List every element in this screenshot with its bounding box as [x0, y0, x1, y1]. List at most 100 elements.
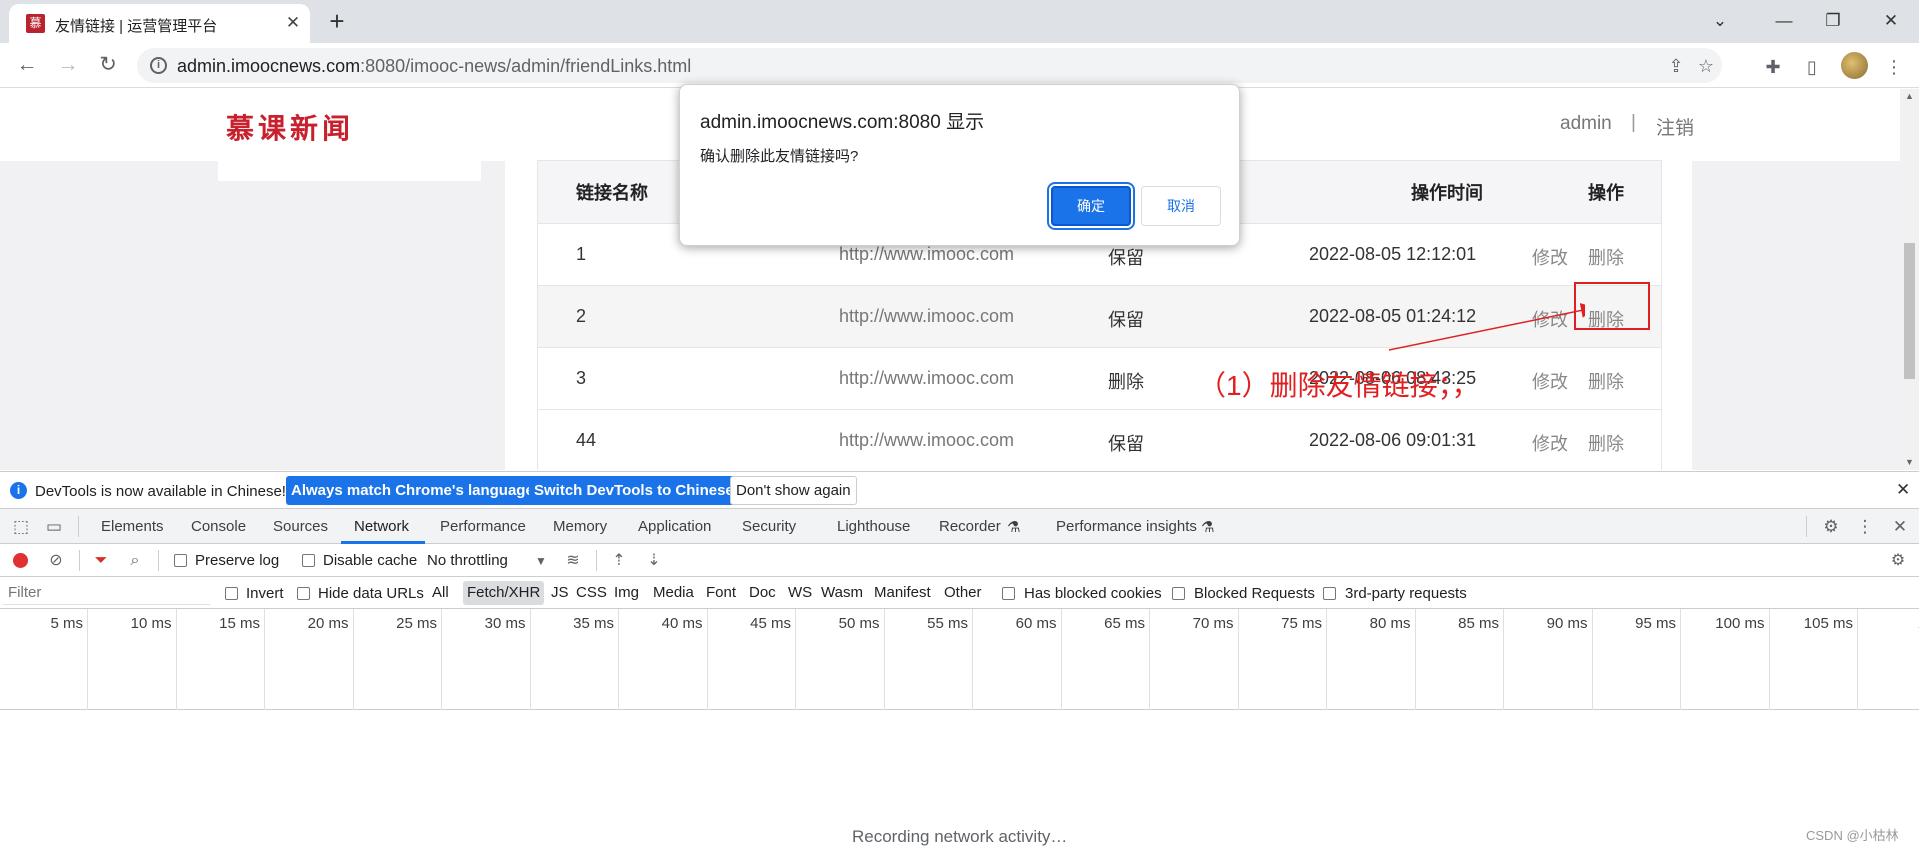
site-info-icon[interactable]: i [150, 57, 167, 74]
filter-type-css[interactable]: CSS [572, 581, 611, 605]
close-devtools-icon[interactable]: ✕ [1889, 516, 1911, 538]
watermark: CSDN @小枯林 [1806, 828, 1899, 843]
filter-type-other[interactable]: Other [940, 581, 986, 605]
network-conditions-icon[interactable]: ≋ [562, 550, 584, 572]
record-icon[interactable] [13, 553, 28, 568]
confirm-ok-button[interactable]: 确定 [1051, 186, 1131, 226]
confirm-cancel-button[interactable]: 取消 [1141, 186, 1221, 226]
hide-data-urls-checkbox[interactable] [297, 587, 310, 600]
devtools-menu-icon[interactable]: ⋮ [1854, 516, 1876, 538]
filter-type-font[interactable]: Font [702, 581, 740, 605]
timeline-tick: 10 ms [89, 609, 177, 710]
timeline-tick: 20 ms [266, 609, 354, 710]
timeline-tick-label: 100 ms [1715, 615, 1765, 632]
filter-type-media[interactable]: Media [649, 581, 698, 605]
network-request-list: Recording network activity… [0, 711, 1919, 849]
filter-type-manifest[interactable]: Manifest [870, 581, 935, 605]
filter-type-doc[interactable]: Doc [745, 581, 780, 605]
menu-kebab-icon[interactable]: ⋮ [1882, 55, 1906, 79]
timeline-tick-label: 5 ms [50, 615, 83, 632]
disable-cache-checkbox[interactable] [302, 554, 315, 567]
search-icon[interactable]: ⌕ [124, 550, 146, 572]
tab-application[interactable]: Application [638, 518, 711, 535]
filter-icon[interactable]: ⏷ [90, 550, 112, 572]
tab-console[interactable]: Console [191, 518, 246, 535]
timeline-tick-label: 95 ms [1635, 615, 1676, 632]
tab-elements[interactable]: Elements [101, 518, 164, 535]
timeline-tick-label: 45 ms [750, 615, 791, 632]
reload-icon[interactable]: ↻ [93, 50, 123, 80]
network-timeline-overview[interactable]: 5 ms 10 ms 15 ms 20 ms 25 ms 30 ms 35 ms 40 ms 4… [0, 609, 1919, 710]
scrollbar-thumb[interactable] [1904, 243, 1915, 379]
tab-divider [1806, 516, 1807, 537]
tab-memory[interactable]: Memory [553, 518, 607, 535]
filter-type-wasm[interactable]: Wasm [817, 581, 867, 605]
has-blocked-cookies-checkbox[interactable] [1002, 587, 1015, 600]
filter-type-img[interactable]: Img [610, 581, 643, 605]
timeline-tick: 85 ms [1416, 609, 1504, 710]
url-text[interactable]: admin.imoocnews.com:8080/imooc-news/admi… [177, 56, 691, 77]
back-icon[interactable]: ← [12, 50, 42, 80]
extensions-icon[interactable]: ✚ [1761, 55, 1785, 79]
switch-to-chinese-button[interactable]: Switch DevTools to Chinese [529, 476, 739, 505]
filter-type-js[interactable]: JS [547, 581, 573, 605]
browser-tab-bar: 慕 友情链接 | 运营管理平台 ✕ + ⌄ — ❐ ✕ [0, 0, 1919, 43]
close-window-icon[interactable]: ✕ [1869, 6, 1913, 36]
tab-performance[interactable]: Performance [440, 518, 526, 535]
preserve-log-checkbox[interactable] [174, 554, 187, 567]
share-icon[interactable]: ⇪ [1664, 54, 1688, 78]
filter-type-fetch-xhr[interactable]: Fetch/XHR [463, 581, 545, 605]
import-har-icon[interactable]: ⇡ [608, 550, 630, 572]
clear-icon[interactable]: ⊘ [45, 550, 67, 572]
dont-show-again-button[interactable]: Don't show again [730, 476, 857, 505]
side-panel-icon[interactable]: ▯ [1800, 55, 1824, 79]
page-scrollbar[interactable]: ▲ ▼ [1900, 89, 1919, 470]
timeline-tick-label: 25 ms [396, 615, 437, 632]
blocked-requests-checkbox[interactable] [1172, 587, 1185, 600]
tab-recorder[interactable]: Recorder [939, 518, 1001, 535]
filter-input[interactable] [3, 581, 210, 605]
throttling-select[interactable]: No throttling [427, 552, 508, 569]
timeline-tick-label: 55 ms [927, 615, 968, 632]
restore-icon[interactable]: ❐ [1811, 6, 1855, 36]
scroll-down-icon[interactable]: ▼ [1905, 457, 1914, 467]
new-tab-icon[interactable]: + [323, 8, 351, 36]
network-settings-gear-icon[interactable]: ⚙ [1887, 550, 1909, 572]
timeline-tick: 110 [1859, 609, 1919, 710]
hide-data-urls-label: Hide data URLs [318, 585, 424, 602]
tab-sources[interactable]: Sources [273, 518, 328, 535]
timeline-tick: 90 ms [1505, 609, 1593, 710]
bookmark-star-icon[interactable]: ☆ [1694, 54, 1718, 78]
preserve-log-label: Preserve log [195, 552, 280, 569]
always-match-language-button[interactable]: Always match Chrome's language [286, 476, 539, 505]
filter-type-ws[interactable]: WS [784, 581, 816, 605]
confirm-dialog: admin.imoocnews.com:8080 显示 确认删除此友情链接吗? … [679, 84, 1240, 246]
forward-icon[interactable]: → [53, 50, 83, 80]
tab-search-icon[interactable]: ⌄ [1698, 6, 1742, 36]
third-party-requests-checkbox[interactable] [1323, 587, 1336, 600]
filter-type-all[interactable]: All [428, 581, 453, 605]
invert-checkbox[interactable] [225, 587, 238, 600]
profile-avatar[interactable] [1841, 52, 1868, 79]
timeline-tick-label: 80 ms [1369, 615, 1411, 632]
close-banner-icon[interactable]: ✕ [1896, 480, 1910, 500]
blocked-requests-label: Blocked Requests [1194, 585, 1315, 602]
disable-cache-label: Disable cache [323, 552, 418, 569]
address-bar[interactable]: i admin.imoocnews.com:8080/imooc-news/ad… [137, 48, 1722, 83]
close-tab-icon[interactable]: ✕ [283, 13, 303, 33]
minimize-icon[interactable]: — [1762, 6, 1806, 36]
settings-gear-icon[interactable]: ⚙ [1820, 516, 1842, 538]
export-har-icon[interactable]: ⇣ [643, 550, 665, 572]
scroll-up-icon[interactable]: ▲ [1905, 91, 1914, 101]
dropdown-arrow-icon[interactable]: ▼ [535, 554, 547, 568]
browser-tab[interactable]: 慕 友情链接 | 运营管理平台 ✕ [9, 4, 310, 43]
network-filter-bar: Invert Hide data URLs All Fetch/XHR JS C… [0, 577, 1919, 609]
tab-network[interactable]: Network [354, 518, 409, 535]
tab-security[interactable]: Security [742, 518, 796, 535]
annotation-highlight-box [1574, 282, 1650, 330]
tab-performance-insights[interactable]: Performance insights [1056, 518, 1197, 535]
tab-lighthouse[interactable]: Lighthouse [837, 518, 910, 535]
tab-divider [78, 516, 79, 537]
device-toolbar-icon[interactable]: ▭ [43, 516, 65, 538]
inspect-element-icon[interactable]: ⬚ [10, 516, 32, 538]
